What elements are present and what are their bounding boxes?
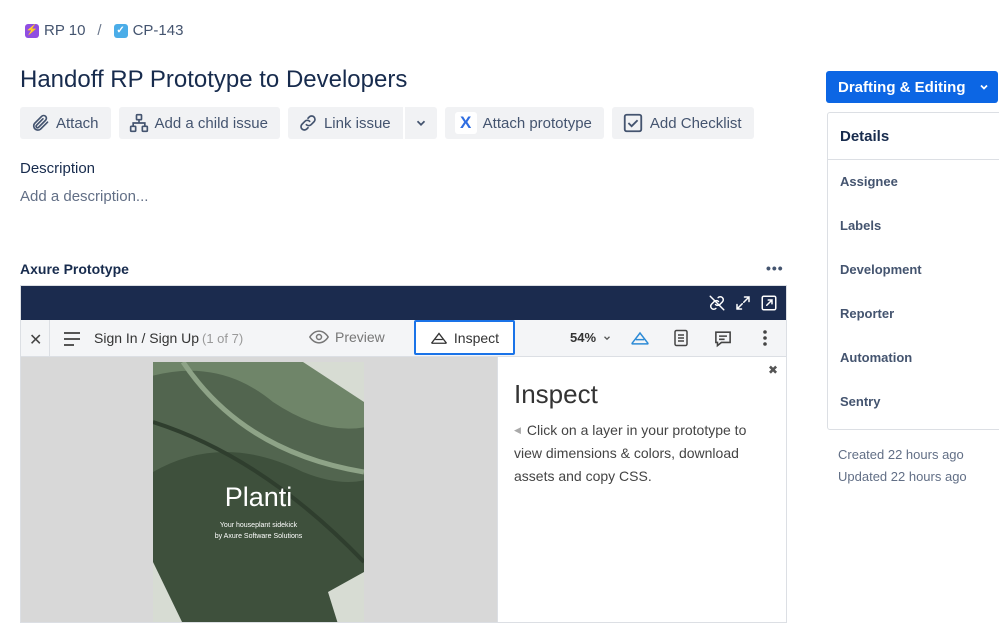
prototype-canvas[interactable]: Planti Your houseplant sidekick by Axure… [21, 357, 497, 622]
paperclip-icon [32, 114, 49, 131]
toolbar-divider [49, 320, 50, 357]
document-notes-icon[interactable] [672, 329, 690, 347]
inspect-tool-icon [430, 331, 447, 344]
updated-timestamp: Updated 22 hours ago [838, 469, 967, 484]
page-name[interactable]: Sign In / Sign Up [94, 330, 199, 346]
more-options-icon[interactable]: ••• [766, 260, 784, 276]
checklist-checkbox-icon [623, 113, 643, 133]
inspect-panel-text: ◀ Click on a layer in your prototype to v… [514, 419, 776, 488]
close-panel-icon[interactable]: ✖ [768, 363, 778, 377]
status-label: Drafting & Editing [838, 78, 966, 96]
more-vertical-icon[interactable] [761, 329, 769, 347]
add-child-issue-label: Add a child issue [154, 114, 268, 132]
comment-icon[interactable] [713, 329, 733, 348]
breadcrumb-current-label[interactable]: CP-143 [133, 22, 184, 39]
details-field-reporter[interactable]: Reporter [828, 292, 999, 336]
axure-logo-icon: X [454, 112, 477, 134]
link-issue-group: Link issue [287, 107, 437, 139]
link-issue-button[interactable]: Link issue [287, 107, 403, 139]
breadcrumb-parent[interactable]: ⚡ RP 10 [25, 22, 85, 39]
inspect-panel-title: Inspect [514, 379, 598, 409]
tagline-line-1: Your houseplant sidekick [219, 522, 298, 529]
epic-lightning-icon: ⚡ [25, 23, 39, 38]
inspect-mode-icon[interactable] [630, 329, 650, 347]
zoom-select[interactable]: 54% [570, 330, 612, 345]
link-icon [300, 115, 316, 131]
link-issue-label: Link issue [323, 114, 391, 132]
status-dropdown[interactable]: Drafting & Editing [826, 71, 998, 103]
preview-tab[interactable]: Preview [309, 329, 385, 345]
add-checklist-button[interactable]: Add Checklist [611, 107, 754, 139]
inspect-label: Inspect [453, 329, 500, 346]
created-timestamp: Created 22 hours ago [838, 447, 964, 462]
details-field-development[interactable]: Development [828, 248, 999, 292]
breadcrumb-separator: / [97, 22, 102, 39]
chevron-down-icon [979, 84, 988, 90]
app-tagline: Your houseplant sidekick by Axure Softwa… [153, 520, 364, 542]
prototype-screen[interactable]: Planti Your houseplant sidekick by Axure… [153, 362, 364, 622]
add-child-issue-button[interactable]: Add a child issue [118, 107, 280, 139]
eye-icon [309, 330, 329, 344]
zoom-value: 54% [570, 330, 597, 345]
hamburger-menu-icon[interactable] [63, 331, 81, 347]
open-external-icon[interactable] [760, 294, 778, 312]
app-name: Planti [224, 482, 293, 512]
attach-button[interactable]: Attach [20, 107, 111, 139]
issue-action-bar: Attach Add a child issue Link issue X At… [20, 107, 754, 139]
description-input[interactable]: Add a description... [20, 188, 148, 205]
details-field-assignee[interactable]: Assignee [828, 160, 999, 204]
page-count: (1 of 7) [202, 331, 244, 346]
breadcrumb: ⚡ RP 10 / ✓ CP-143 [25, 22, 183, 39]
inspect-tab[interactable]: Inspect [414, 320, 515, 355]
viewer-toolbar: ✕ Sign In / Sign Up (1 of 7) Preview Ins… [21, 320, 786, 357]
add-checklist-label: Add Checklist [649, 114, 742, 132]
details-panel: Details Assignee Labels Development Repo… [827, 112, 999, 430]
description-label: Description [20, 160, 96, 177]
attach-prototype-button[interactable]: X Attach prototype [444, 107, 604, 139]
chevron-down-icon [416, 120, 425, 126]
breadcrumb-current[interactable]: ✓ CP-143 [113, 22, 184, 39]
attach-prototype-label: Attach prototype [482, 114, 592, 132]
preview-label: Preview [335, 329, 385, 345]
chevron-down-icon [604, 335, 610, 340]
prototype-section-title: Axure Prototype [20, 261, 129, 277]
inspect-panel: ✖ Inspect ◀ Click on a layer in your prot… [497, 357, 786, 622]
details-field-sentry[interactable]: Sentry [828, 380, 999, 424]
caret-left-icon: ◀ [514, 425, 521, 435]
expand-icon[interactable] [734, 294, 752, 312]
issue-title[interactable]: Handoff RP Prototype to Developers [20, 66, 407, 94]
tagline-line-2: by Axure Software Solutions [214, 533, 303, 540]
attach-label: Attach [56, 114, 99, 132]
details-field-labels[interactable]: Labels [828, 204, 999, 248]
details-field-automation[interactable]: Automation [828, 336, 999, 380]
breadcrumb-parent-label[interactable]: RP 10 [44, 22, 85, 39]
inspect-panel-body: Click on a layer in your prototype to vi… [514, 422, 747, 484]
prototype-viewer: ✕ Sign In / Sign Up (1 of 7) Preview Ins… [20, 285, 787, 623]
hierarchy-icon [129, 113, 148, 133]
details-heading[interactable]: Details [828, 113, 999, 160]
close-icon[interactable]: ✕ [29, 330, 42, 350]
link-issue-dropdown[interactable] [404, 107, 437, 139]
unlink-icon[interactable] [708, 294, 726, 312]
task-checkbox-icon: ✓ [113, 23, 128, 38]
viewer-top-bar [21, 286, 786, 320]
